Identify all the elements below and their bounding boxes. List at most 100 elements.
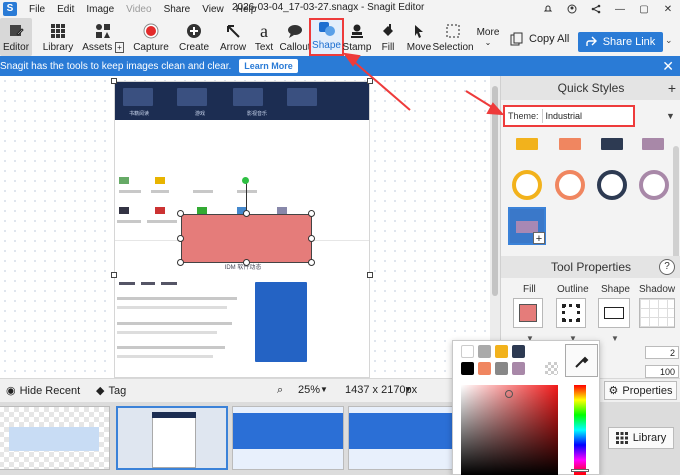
resize-handle[interactable] — [177, 210, 184, 217]
selection-tool-button[interactable]: Selection — [432, 18, 474, 56]
hue-slider[interactable] — [574, 385, 586, 475]
menu-image[interactable]: Image — [80, 4, 120, 15]
copy-all-button[interactable]: Copy All — [510, 30, 569, 48]
color-picker-cursor[interactable] — [505, 390, 513, 398]
learn-more-button[interactable]: Learn More — [239, 59, 298, 73]
hide-recent-button[interactable]: ◉ Hide Recent — [6, 384, 80, 398]
fill-color-button[interactable] — [513, 298, 543, 328]
library-button[interactable]: Library — [40, 18, 76, 56]
shape-tool-button[interactable]: Shape — [309, 18, 344, 56]
dimensions-chevron-down-icon[interactable]: ▼ — [404, 385, 412, 394]
shadow-grid-button[interactable] — [639, 298, 675, 328]
canvas[interactable]: 书籍阅读 游戏 影视音乐 IDM 软件动态 — [0, 76, 500, 378]
stamp-tool-button[interactable]: Stamp — [343, 18, 371, 56]
snagit-logo-icon: S — [3, 2, 17, 16]
resize-handle[interactable] — [243, 259, 250, 266]
eye-icon: ◉ — [6, 385, 16, 397]
resize-handle[interactable] — [308, 259, 315, 266]
share-dropdown-chevron-icon[interactable]: ⌄ — [665, 35, 673, 46]
quick-style-swatch[interactable] — [516, 138, 538, 150]
shape-chevron-down-icon[interactable]: ▼ — [611, 334, 619, 343]
callout-tool-button[interactable]: Callout — [279, 18, 311, 56]
editor-button[interactable]: Editor — [0, 18, 32, 56]
banner-text: Snagit has the tools to keep images clea… — [0, 60, 232, 72]
move-label: Move — [406, 42, 432, 53]
hue-slider-handle[interactable] — [571, 469, 589, 472]
text-tool-button[interactable]: a Text — [252, 18, 276, 56]
eyedropper-icon — [574, 356, 588, 368]
add-style-icon[interactable]: + — [533, 232, 545, 245]
move-tool-button[interactable]: Move — [406, 18, 432, 56]
resize-handle[interactable] — [243, 210, 250, 217]
quick-style-ring-swatch[interactable] — [639, 170, 669, 200]
quick-style-ring-swatch[interactable] — [512, 170, 542, 200]
color-swatch[interactable] — [512, 362, 525, 375]
width-number-field[interactable]: 2 — [645, 346, 679, 359]
styles-scrollbar[interactable] — [673, 146, 679, 266]
canvas-scroll-thumb[interactable] — [492, 86, 498, 296]
quick-style-swatch[interactable] — [559, 138, 581, 150]
opacity-number-field[interactable]: 100 — [645, 365, 679, 378]
create-button[interactable]: Create — [176, 18, 212, 56]
recent-thumbnail[interactable] — [232, 406, 344, 470]
recent-thumbnail-selected[interactable] — [116, 406, 228, 470]
theme-selector[interactable]: Theme: Industrial — [503, 105, 635, 127]
recent-thumbnail[interactable] — [0, 406, 110, 470]
account-icon[interactable] — [560, 0, 584, 18]
eyedropper-button[interactable] — [565, 344, 598, 377]
fill-tool-button[interactable]: Fill — [377, 18, 399, 56]
quick-style-swatch[interactable] — [601, 138, 623, 150]
color-swatch[interactable] — [512, 345, 525, 358]
current-style-swatch[interactable]: + — [508, 207, 546, 245]
outline-style-button[interactable] — [556, 298, 586, 328]
theme-chevron-down-icon[interactable]: ▼ — [666, 111, 675, 121]
quick-style-swatch[interactable] — [642, 138, 664, 150]
color-swatch[interactable] — [478, 345, 491, 358]
rotation-handle[interactable] — [242, 177, 249, 184]
library-tray-button[interactable]: Library — [608, 427, 674, 449]
color-gradient-area[interactable] — [461, 385, 558, 475]
shape-type-button[interactable] — [598, 298, 630, 328]
theme-dropdown[interactable]: Industrial — [541, 109, 633, 123]
banner-close-icon[interactable]: ✕ — [662, 58, 674, 75]
minimize-icon[interactable]: — — [608, 0, 632, 18]
help-icon[interactable]: ? — [659, 259, 675, 275]
recent-thumbnail[interactable] — [348, 406, 460, 470]
menu-file[interactable]: File — [23, 4, 51, 15]
close-icon[interactable]: ✕ — [656, 0, 680, 18]
zoom-level[interactable]: 25% — [298, 384, 320, 396]
quick-style-ring-swatch[interactable] — [555, 170, 585, 200]
selected-rectangle-shape[interactable] — [181, 214, 312, 263]
add-style-plus-icon[interactable]: + — [668, 80, 676, 96]
menu-view[interactable]: View — [196, 4, 230, 15]
resize-handle[interactable] — [308, 235, 315, 242]
color-swatch[interactable] — [461, 362, 474, 375]
menu-share[interactable]: Share — [158, 4, 197, 15]
capture-button[interactable]: Capture — [131, 18, 171, 56]
menu-video[interactable]: Video — [120, 4, 157, 15]
title-bar: S File Edit Image Video Share View Help … — [0, 0, 680, 18]
zoom-magnifier-icon[interactable]: ⌕ — [277, 384, 283, 397]
color-swatch[interactable] — [495, 362, 508, 375]
maximize-icon[interactable]: ▢ — [632, 0, 656, 18]
tool-properties-header: Tool Properties — [501, 256, 680, 278]
share-icon[interactable] — [584, 0, 608, 18]
share-link-button[interactable]: Share Link — [578, 32, 663, 52]
color-swatch[interactable] — [461, 345, 474, 358]
resize-handle[interactable] — [177, 235, 184, 242]
color-swatch[interactable] — [478, 362, 491, 375]
quick-style-ring-swatch[interactable] — [597, 170, 627, 200]
notifications-icon[interactable] — [536, 0, 560, 18]
menu-edit[interactable]: Edit — [51, 4, 80, 15]
assets-button[interactable]: Assets + — [82, 18, 124, 56]
more-button[interactable]: More ⌄ — [476, 18, 500, 56]
text-label: Text — [254, 42, 274, 53]
color-swatch[interactable] — [495, 345, 508, 358]
tag-button[interactable]: ◆ Tag — [96, 384, 126, 398]
transparent-color-swatch[interactable] — [545, 362, 558, 375]
resize-handle[interactable] — [177, 259, 184, 266]
zoom-chevron-down-icon[interactable]: ▼ — [320, 385, 328, 394]
properties-button[interactable]: ⚙ Properties — [604, 381, 677, 400]
arrow-tool-button[interactable]: Arrow — [220, 18, 246, 56]
resize-handle[interactable] — [308, 210, 315, 217]
